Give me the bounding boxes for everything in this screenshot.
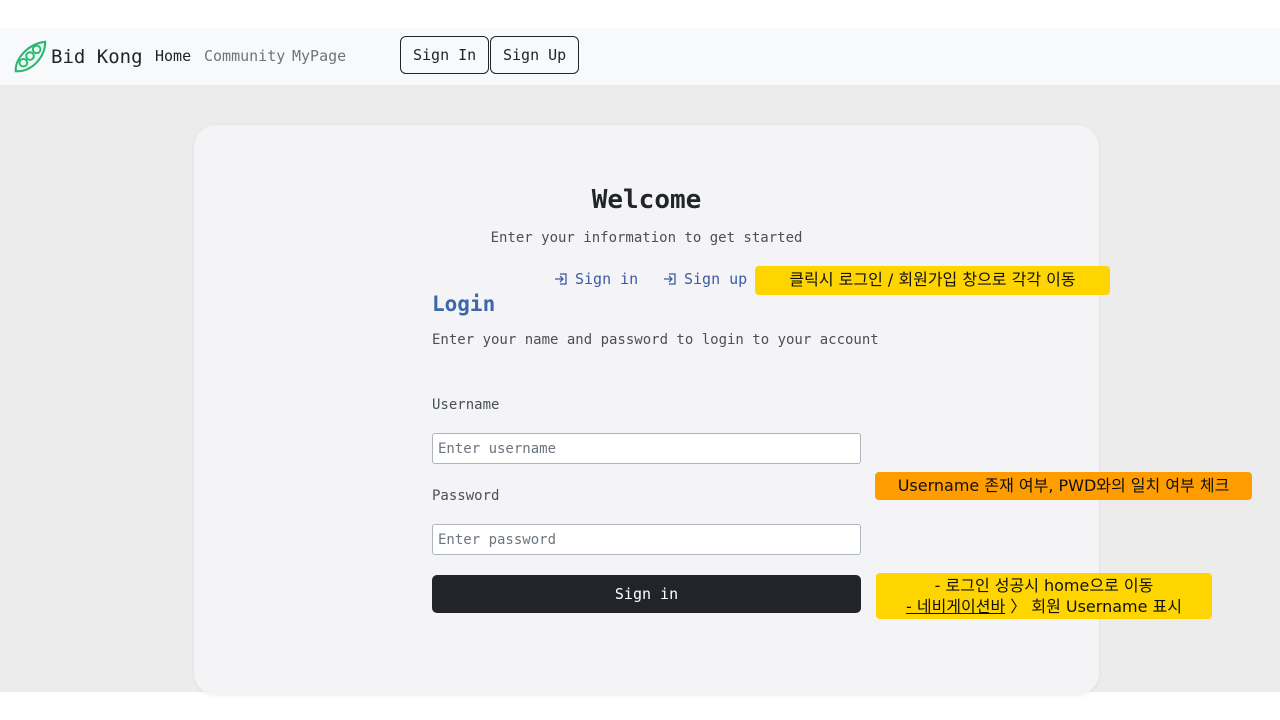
- tab-sign-in[interactable]: Sign in: [553, 270, 638, 288]
- username-label: Username: [432, 397, 500, 413]
- annotation-username-display-text: 〉 회원 Username 표시: [1005, 597, 1182, 616]
- password-label: Password: [432, 488, 500, 504]
- brand-name: Bid Kong: [51, 46, 143, 68]
- login-icon: [664, 273, 676, 285]
- nav-mypage-link[interactable]: MyPage: [292, 47, 346, 65]
- welcome-subtitle: Enter your information to get started: [490, 230, 803, 246]
- tab-sign-up-label: Sign up: [684, 270, 748, 288]
- brand[interactable]: Bid Kong: [11, 38, 143, 76]
- login-title: Login: [432, 292, 496, 316]
- tab-sign-up[interactable]: Sign up: [662, 270, 747, 288]
- login-icon: [555, 273, 567, 285]
- nav-community-link[interactable]: Community: [204, 47, 285, 65]
- annotation-success-line1: - 로그인 성공시 home으로 이동: [934, 576, 1154, 595]
- welcome-title: Welcome: [591, 185, 702, 215]
- tab-sign-in-label: Sign in: [575, 270, 639, 288]
- nav-sign-in-button[interactable]: Sign In: [400, 36, 490, 74]
- annotation-success-note: - 로그인 성공시 home으로 이동 - 네비게이션바 〉 회원 Userna…: [876, 573, 1212, 619]
- annotation-success-line2: - 네비게이션바 〉 회원 Username 표시: [876, 596, 1212, 617]
- nav-home-link[interactable]: Home: [155, 47, 191, 65]
- login-description: Enter your name and password to login to…: [432, 332, 879, 348]
- username-input[interactable]: [432, 433, 861, 464]
- nav-sign-up-button[interactable]: Sign Up: [490, 36, 580, 74]
- annotation-tabs-note: 클릭시 로그인 / 회원가입 창으로 각각 이동: [755, 266, 1110, 295]
- annotation-validation-note: Username 존재 여부, PWD와의 일치 여부 체크: [875, 472, 1252, 500]
- password-input[interactable]: [432, 524, 861, 555]
- annotation-navbar-text: - 네비게이션바: [906, 597, 1006, 616]
- peapod-logo-icon: [14, 40, 47, 73]
- navbar: Bid Kong Home Community MyPage Sign In S…: [0, 28, 1280, 85]
- sign-in-submit-button[interactable]: Sign in: [432, 575, 861, 613]
